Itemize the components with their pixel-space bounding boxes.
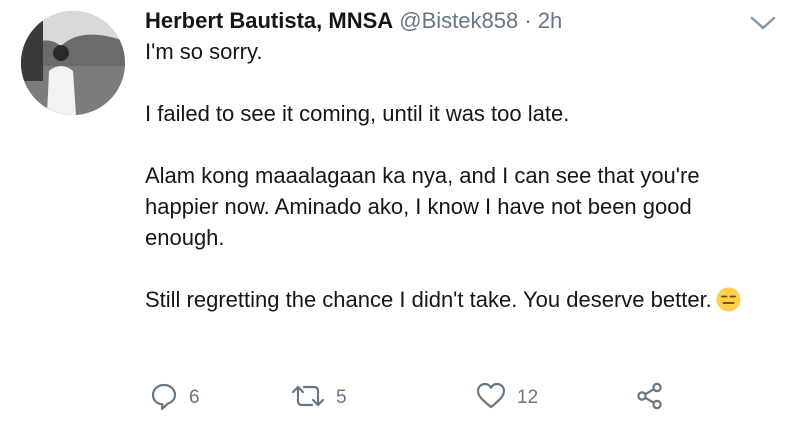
tweet-paragraph: Alam kong maaalagaan ka nya, and I can s…: [145, 163, 700, 250]
tweet-actions: 6 5 12: [145, 380, 745, 416]
chevron-down-icon[interactable]: [748, 12, 778, 34]
like-icon: [475, 381, 507, 416]
share-icon: [635, 381, 665, 416]
retweet-icon: [290, 381, 326, 416]
reply-icon: [149, 381, 179, 416]
avatar[interactable]: [21, 11, 125, 115]
tweet[interactable]: Herbert Bautista, MNSA @Bistek858 · 2h I…: [0, 0, 800, 433]
like-count: 12: [517, 387, 539, 408]
reply-count: 6: [189, 387, 200, 408]
share-button[interactable]: [635, 380, 665, 416]
tweet-paragraph: I failed to see it coming, until it was …: [145, 101, 570, 126]
tweet-paragraph-text: Still regretting the chance I didn't tak…: [145, 287, 712, 312]
retweet-count: 5: [336, 387, 347, 408]
like-button[interactable]: 12: [475, 380, 538, 416]
reply-button[interactable]: 6: [149, 380, 200, 416]
timestamp[interactable]: 2h: [538, 8, 562, 33]
tweet-text: I'm so sorry. I failed to see it coming,…: [145, 36, 765, 346]
author-handle[interactable]: @Bistek858: [399, 8, 518, 33]
tweet-header: Herbert Bautista, MNSA @Bistek858 · 2h: [145, 8, 562, 34]
tweet-paragraph-last: Still regretting the chance I didn't tak…: [145, 284, 765, 315]
separator: ·: [524, 8, 532, 33]
author-name[interactable]: Herbert Bautista, MNSA: [145, 8, 393, 33]
expressionless-face-emoji: [716, 287, 741, 312]
retweet-button[interactable]: 5: [290, 380, 347, 416]
tweet-paragraph: I'm so sorry.: [145, 39, 263, 64]
